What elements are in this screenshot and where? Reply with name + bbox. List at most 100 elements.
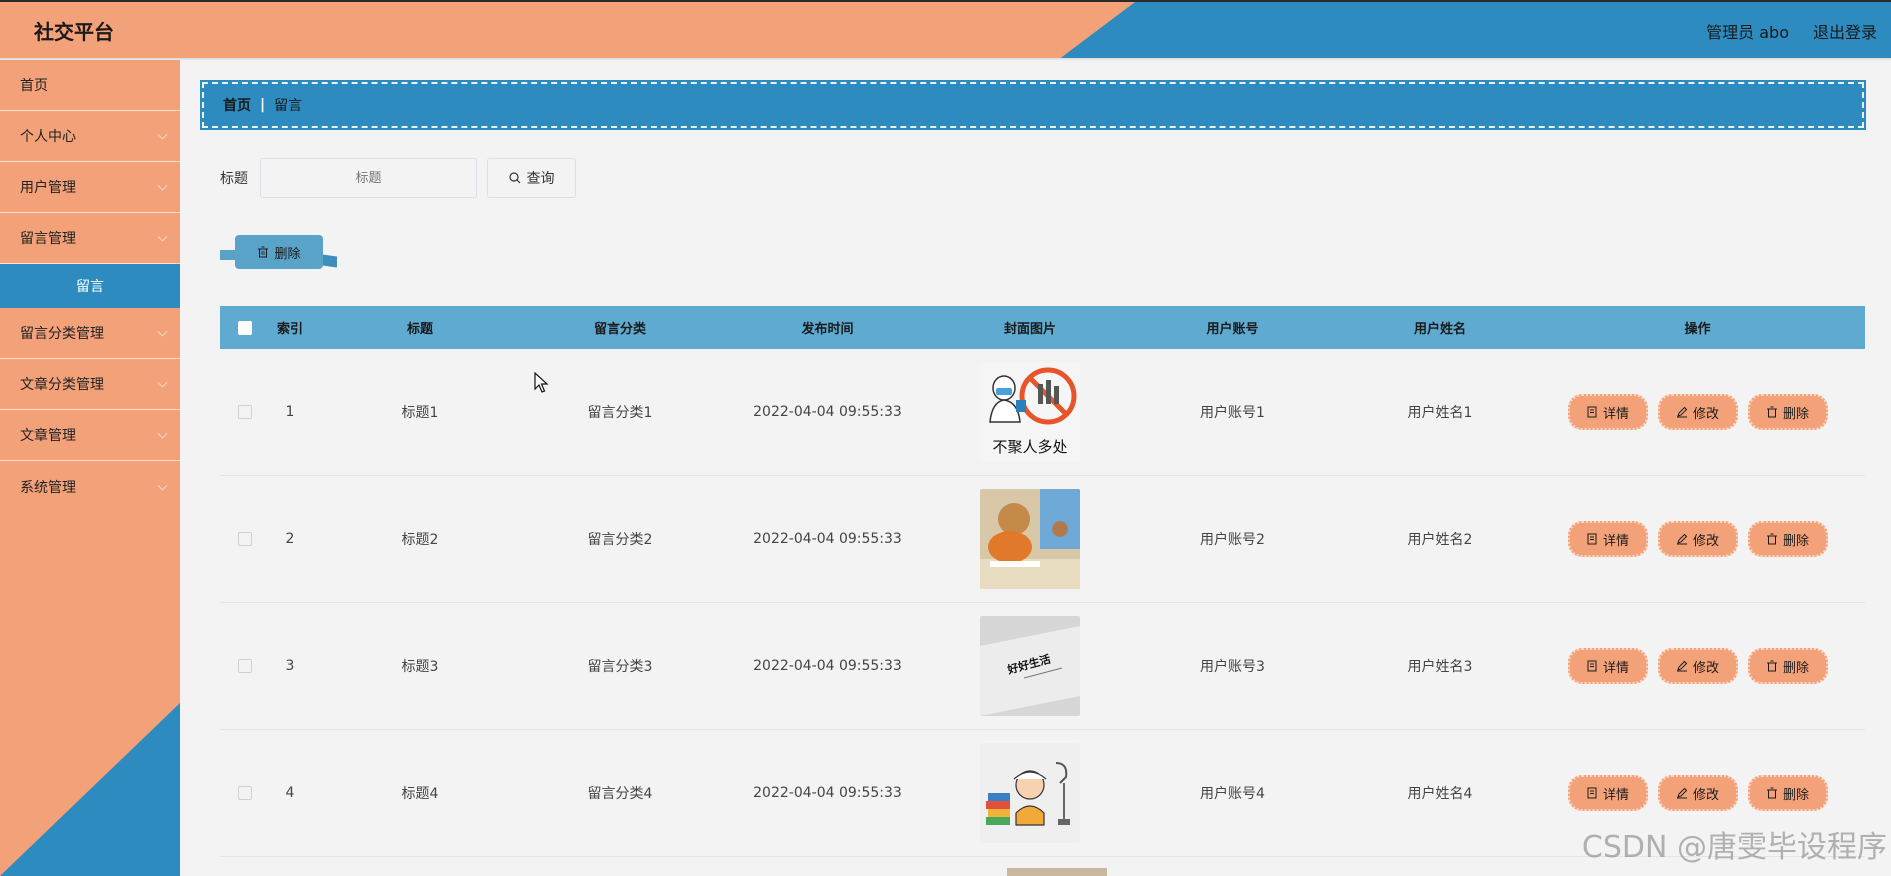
header-user-area: 管理员 abo 退出登录 (1706, 19, 1877, 43)
detail-label: 详情 (1602, 406, 1629, 422)
col-title-header: 标题 (406, 322, 433, 337)
cell-category: 留言分类4 (587, 786, 653, 802)
delete-label: 删除 (1782, 787, 1809, 803)
sidebar-item-label: 留言分类管理 (20, 326, 104, 342)
cover-image-caption: 不聚人多处 (992, 438, 1067, 456)
select-all-checkbox[interactable] (238, 320, 252, 335)
sidebar-item-message-management[interactable]: 留言管理 (0, 213, 180, 264)
breadcrumb-separator: | (260, 97, 266, 113)
edit-button[interactable]: 修改 (1657, 521, 1738, 557)
trash-icon (258, 246, 269, 258)
cell-category: 留言分类3 (587, 659, 653, 675)
cell-time: 2022-04-04 09:55:33 (753, 785, 902, 801)
detail-button[interactable]: 详情 (1567, 648, 1648, 684)
delete-label: 删除 (1782, 533, 1809, 549)
cell-name: 用户姓名2 (1407, 532, 1473, 548)
row-checkbox[interactable] (238, 405, 252, 419)
sidebar-subitem-messages[interactable]: 留言 (0, 264, 180, 308)
cover-image[interactable]: 不聚人多处 (980, 362, 1080, 462)
edit-label: 修改 (1692, 787, 1719, 803)
row-checkbox[interactable] (238, 532, 252, 546)
cover-image[interactable]: 好好生活 (980, 616, 1080, 716)
cell-time: 2022-04-04 09:55:33 (753, 404, 902, 420)
detail-button[interactable]: 详情 (1567, 394, 1648, 430)
cell-index: 2 (285, 531, 295, 547)
delete-button[interactable]: 删除 (1747, 775, 1828, 811)
search-button-label: 查询 (526, 171, 555, 187)
pencil-icon (1676, 533, 1688, 545)
delete-label: 删除 (1782, 406, 1809, 422)
bulk-delete-label: 删除 (274, 246, 301, 262)
sidebar-item-personal-center[interactable]: 个人中心 (0, 111, 180, 162)
cell-category: 留言分类2 (587, 532, 653, 548)
chevron-down-icon (157, 180, 168, 191)
chevron-down-icon (157, 231, 168, 242)
search-title-input[interactable] (260, 158, 477, 198)
top-header: 社交平台 管理员 abo 退出登录 (0, 0, 1891, 58)
header-orange-band (0, 2, 1135, 58)
edit-label: 修改 (1692, 533, 1719, 549)
detail-label: 详情 (1602, 533, 1629, 549)
detail-label: 详情 (1602, 787, 1629, 803)
trash-icon (1766, 660, 1777, 672)
trash-icon (1766, 406, 1777, 418)
cover-image[interactable] (980, 743, 1080, 843)
col-account-header: 用户账号 (1206, 322, 1259, 337)
sidebar-item-label: 个人中心 (20, 129, 76, 145)
cell-title: 标题4 (401, 786, 439, 802)
search-bar: 标题 查询 (220, 158, 576, 198)
breadcrumb-home[interactable]: 首页 (223, 95, 251, 115)
bulk-delete-button[interactable]: 删除 (235, 235, 323, 269)
col-name-header: 用户姓名 (1413, 322, 1466, 337)
document-icon (1587, 533, 1597, 545)
edit-button[interactable]: 修改 (1657, 648, 1738, 684)
delete-button[interactable]: 删除 (1747, 648, 1828, 684)
sidebar-item-article-category[interactable]: 文章分类管理 (0, 359, 180, 410)
row-checkbox[interactable] (238, 659, 252, 673)
breadcrumb: 首页 | 留言 (200, 80, 1866, 130)
admin-username[interactable]: 管理员 abo (1706, 19, 1789, 43)
sidebar-item-system-management[interactable]: 系统管理 (0, 461, 180, 512)
search-icon (508, 172, 520, 184)
cell-index: 4 (285, 785, 295, 801)
sidebar-item-label: 留言管理 (20, 231, 76, 247)
document-icon (1587, 406, 1597, 418)
cell-index: 1 (285, 404, 295, 420)
detail-label: 详情 (1602, 660, 1629, 676)
sidebar: 首页 个人中心 用户管理 留言管理 留言 留言分类管理 文章分类管理 文章管理 … (0, 60, 180, 876)
delete-button[interactable]: 删除 (1747, 521, 1828, 557)
sidebar-item-label: 首页 (20, 78, 48, 94)
sidebar-item-message-category[interactable]: 留言分类管理 (0, 308, 180, 359)
search-button[interactable]: 查询 (487, 158, 576, 198)
delete-label: 删除 (1782, 660, 1809, 676)
cell-account: 用户账号1 (1200, 405, 1265, 421)
chevron-down-icon (157, 428, 168, 439)
sidebar-item-home[interactable]: 首页 (0, 60, 180, 111)
cell-title: 标题2 (401, 532, 439, 548)
delete-button[interactable]: 删除 (1747, 394, 1828, 430)
cover-image[interactable] (980, 489, 1080, 589)
row-checkbox[interactable] (238, 786, 252, 800)
detail-button[interactable]: 详情 (1567, 521, 1648, 557)
cell-account: 用户账号4 (1200, 786, 1265, 802)
chevron-down-icon (157, 129, 168, 140)
sidebar-item-user-management[interactable]: 用户管理 (0, 162, 180, 213)
cell-index: 3 (285, 658, 295, 674)
message-table: 索引 标题 留言分类 发布时间 封面图片 用户账号 用户姓名 操作 1 标题1 … (220, 306, 1865, 857)
search-title-label: 标题 (220, 171, 248, 187)
cell-name: 用户姓名3 (1407, 659, 1473, 675)
csdn-watermark: CSDN @唐雯毕设程序 (1581, 830, 1887, 865)
trash-icon (1766, 533, 1777, 545)
logout-link[interactable]: 退出登录 (1813, 19, 1877, 43)
sidebar-item-article-management[interactable]: 文章管理 (0, 410, 180, 461)
col-ops-header: 操作 (1684, 322, 1711, 337)
cell-time: 2022-04-04 09:55:33 (753, 658, 902, 674)
detail-button[interactable]: 详情 (1567, 775, 1648, 811)
sidebar-item-label: 文章管理 (20, 428, 76, 444)
table-row: 1 标题1 留言分类1 2022-04-04 09:55:33 不聚人多处 用户… (220, 349, 1865, 476)
edit-button[interactable]: 修改 (1657, 775, 1738, 811)
pencil-icon (1676, 787, 1688, 799)
edit-button[interactable]: 修改 (1657, 394, 1738, 430)
cell-title: 标题3 (401, 659, 439, 675)
edit-label: 修改 (1692, 406, 1719, 422)
